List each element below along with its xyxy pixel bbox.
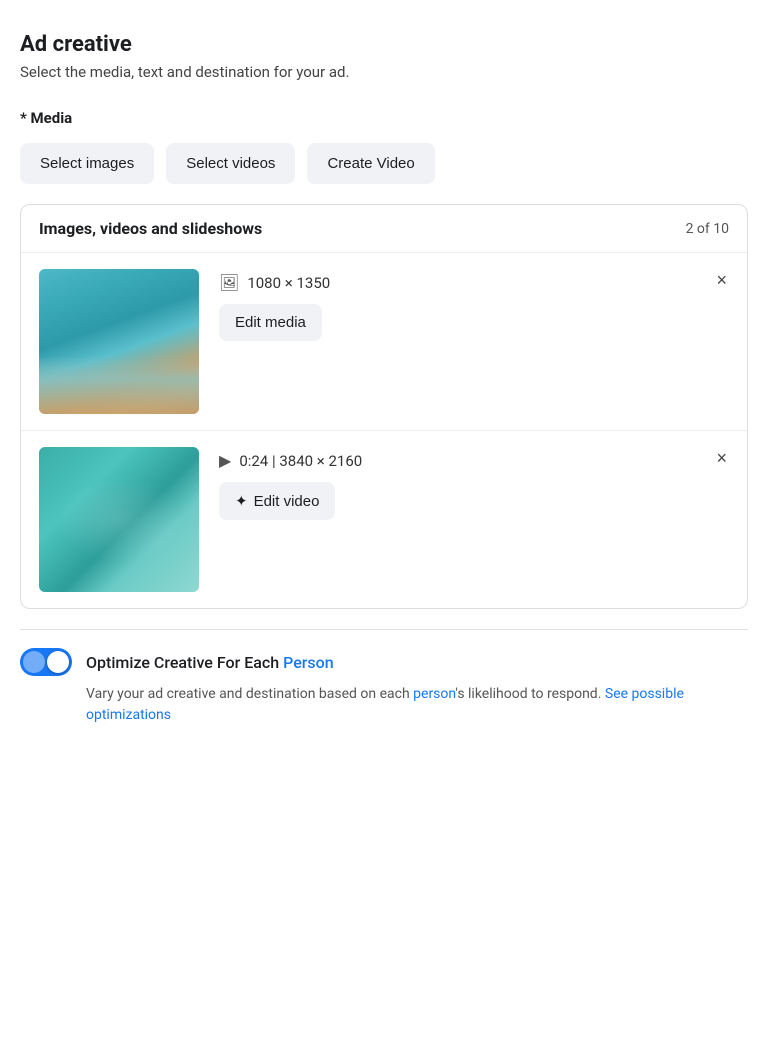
media-section-label: * Media	[20, 109, 748, 127]
toggle-track	[20, 648, 72, 676]
optimize-label-start: Optimize Creative For Each	[86, 653, 283, 672]
page-subtitle: Select the media, text and destination f…	[20, 63, 748, 81]
video-dimensions: 0:24 | 3840 × 2160	[239, 452, 362, 470]
optimize-label: Optimize Creative For Each Person	[86, 653, 334, 672]
optimize-person-link[interactable]: Person	[283, 653, 334, 672]
video-play-icon: ▶	[219, 451, 231, 470]
toggle-thumb	[47, 651, 69, 673]
optimize-description: Vary your ad creative and destination ba…	[20, 684, 748, 726]
media-buttons-row: Select images Select videos Create Video	[20, 143, 748, 184]
media-card-header: Images, videos and slideshows 2 of 10	[21, 205, 747, 253]
optimize-section: Optimize Creative For Each Person Vary y…	[20, 629, 748, 744]
video-thumbnail	[39, 447, 199, 592]
optimize-person-inline-link[interactable]: person	[413, 686, 455, 702]
edit-video-label: Edit video	[254, 493, 320, 510]
optimize-toggle[interactable]	[20, 648, 72, 676]
media-card: Images, videos and slideshows 2 of 10 🖼 …	[20, 204, 748, 609]
media-card-title: Images, videos and slideshows	[39, 219, 262, 238]
media-count-badge: 2 of 10	[686, 221, 729, 237]
select-videos-button[interactable]: Select videos	[166, 143, 295, 184]
image-dimensions: 1080 × 1350	[247, 274, 330, 292]
edit-media-button[interactable]: Edit media	[219, 304, 322, 341]
image-icon: 🖼	[219, 273, 239, 292]
image-preview-1	[39, 269, 199, 414]
image-meta: 🖼 1080 × 1350	[219, 273, 729, 292]
edit-video-button[interactable]: ✦ Edit video	[219, 482, 335, 520]
create-video-button[interactable]: Create Video	[307, 143, 434, 184]
optimize-row: Optimize Creative For Each Person	[20, 648, 748, 676]
image-info: 🖼 1080 × 1350 Edit media	[219, 269, 729, 341]
remove-image-button[interactable]: ×	[710, 267, 733, 293]
wand-icon: ✦	[235, 492, 248, 510]
select-images-button[interactable]: Select images	[20, 143, 154, 184]
image-preview-2	[39, 447, 199, 592]
video-info: ▶ 0:24 | 3840 × 2160 ✦ Edit video	[219, 447, 729, 520]
page-title: Ad creative	[20, 32, 748, 57]
video-meta: ▶ 0:24 | 3840 × 2160	[219, 451, 729, 470]
media-item-image: 🖼 1080 × 1350 Edit media ×	[21, 253, 747, 431]
image-thumbnail	[39, 269, 199, 414]
media-item-video: ▶ 0:24 | 3840 × 2160 ✦ Edit video ×	[21, 431, 747, 608]
remove-video-button[interactable]: ×	[710, 445, 733, 471]
see-optimizations-link[interactable]: See possible optimizations	[86, 686, 684, 723]
